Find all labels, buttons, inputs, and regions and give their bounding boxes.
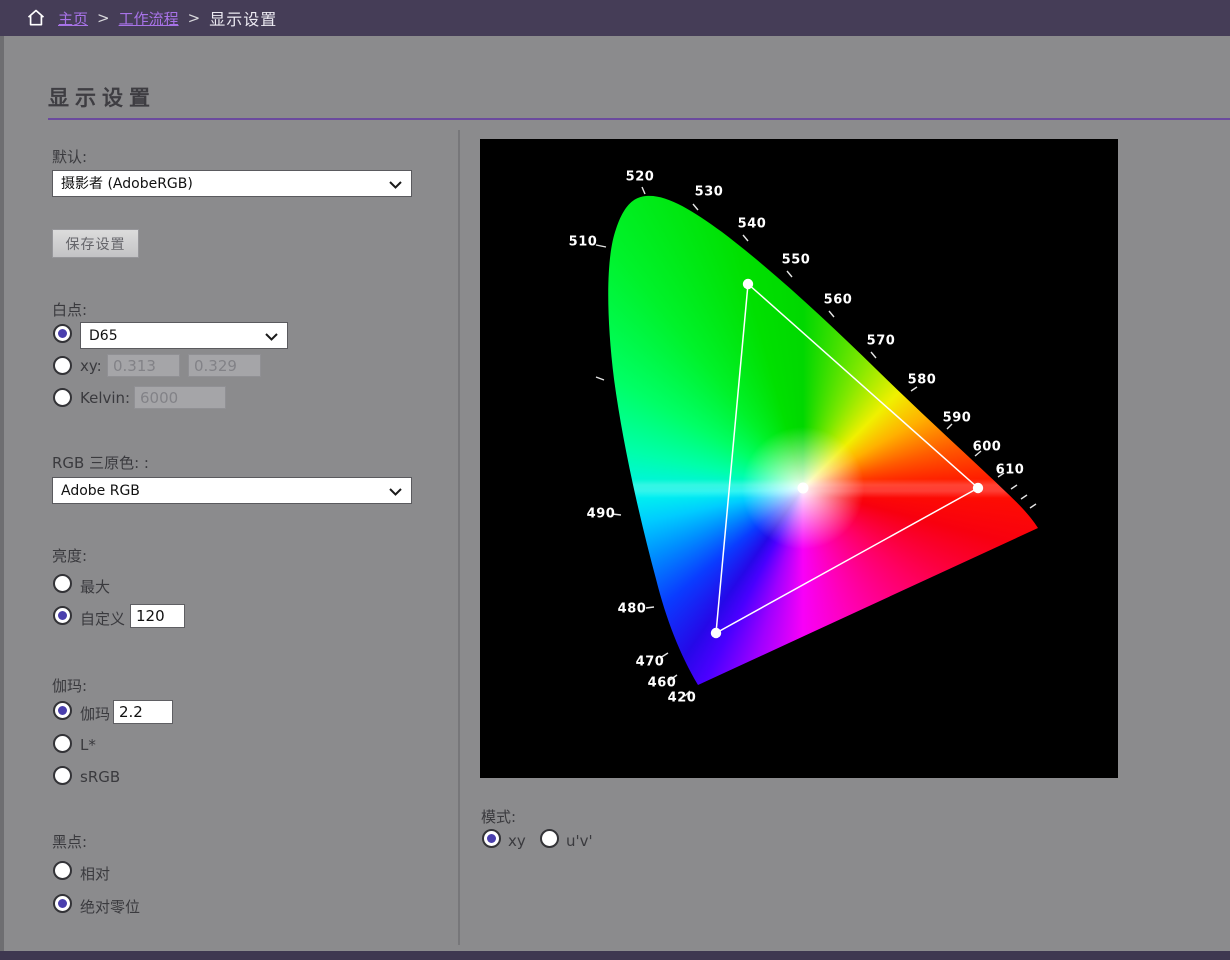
wavelength-tick [1021,495,1027,499]
wavelength-tick [871,352,876,358]
wavelength-tick [660,653,668,658]
chromaticity-diagram: 5205305405505605705805906006105104904804… [480,139,1118,778]
brightness-custom-input[interactable] [130,604,185,628]
mode-xy-label: xy [508,832,526,850]
breadcrumb-link-home[interactable]: 主页 [58,8,88,29]
brightness-label: 亮度: [52,545,87,566]
wavelength-tick [998,473,1004,477]
gamma-lstar-label: L* [80,736,96,754]
rgb-primaries-label: RGB 三原色: : [52,452,149,473]
gamut-triangle [716,284,978,633]
wavelength-tick [1011,485,1017,489]
white-point-y-input[interactable] [188,354,261,377]
wavelength-tick [743,235,748,241]
wavelength-tick [642,187,645,194]
breadcrumb: 主页 > 工作流程 > 显示设置 [0,0,1230,36]
title-underline [48,118,1230,120]
brightness-max-label: 最大 [80,576,110,597]
breadcrumb-separator: > [97,9,110,27]
white-point-preset-radio[interactable] [53,324,72,343]
wavelength-tick [596,377,604,380]
panel-divider [458,130,460,945]
white-point-select-wrapper: D65 [80,322,288,349]
white-point-kelvin-radio[interactable] [53,388,72,407]
mode-label: 模式: [481,806,516,827]
brightness-custom-label: 自定义 [80,608,125,629]
xy-label: xy: [80,357,102,375]
white-point-label: 白点: [52,299,87,320]
white-point-marker [798,483,809,494]
mode-uv-radio[interactable] [540,829,559,848]
bottom-bar [0,951,1230,960]
rgb-primaries-select[interactable]: Adobe RGB [53,478,411,503]
gamma-label: 伽玛: [52,675,87,696]
green-primary-marker [743,279,753,289]
save-settings-button[interactable]: 保存设置 [52,229,139,258]
left-edge-strip [0,36,4,951]
preset-select[interactable]: 摄影者 (AdobeRGB) [53,171,411,196]
blue-primary-marker [711,628,721,638]
breadcrumb-current: 显示设置 [209,6,277,30]
gamma-srgb-radio[interactable] [53,766,72,785]
white-point-select[interactable]: D65 [81,323,287,348]
wavelength-tick [975,451,981,456]
preset-select-wrapper: 摄影者 (AdobeRGB) [52,170,412,197]
gamma-srgb-label: sRGB [80,768,120,786]
wavelength-tick [947,424,952,429]
black-point-relative-label: 相对 [80,863,110,884]
wavelength-tick [596,245,606,247]
wavelength-tick [1030,504,1036,508]
kelvin-label: Kelvin: [80,389,130,407]
wavelength-tick [612,514,621,515]
gamma-value-radio[interactable] [53,701,72,720]
wavelength-tick [829,311,834,317]
wavelength-tick [787,271,792,277]
home-icon[interactable] [26,8,46,28]
wavelength-tick [911,387,917,391]
gamma-value-label: 伽玛 [80,703,110,724]
red-primary-marker [973,483,983,493]
black-point-absolute-label: 绝对零位 [80,896,140,917]
wavelength-tick [670,675,677,680]
gamma-lstar-radio[interactable] [53,734,72,753]
brightness-custom-radio[interactable] [53,606,72,625]
wavelength-tick [693,204,698,210]
black-point-label: 黑点: [52,831,87,852]
gamma-value-input[interactable] [113,700,173,724]
mode-uv-label: u'v' [566,832,593,850]
default-label: 默认: [52,146,87,167]
wavelength-tick [646,607,654,608]
white-point-xy-radio[interactable] [53,356,72,375]
wavelength-tick [685,691,690,696]
white-point-x-input[interactable] [107,354,180,377]
gamut-overlay [480,139,1118,778]
display-settings-page: 主页 > 工作流程 > 显示设置 显示设置 默认: 摄影者 (AdobeRGB)… [0,0,1230,960]
kelvin-input[interactable] [134,386,226,409]
breadcrumb-separator: > [188,9,201,27]
mode-xy-radio[interactable] [482,829,501,848]
black-point-absolute-radio[interactable] [53,894,72,913]
page-title: 显示设置 [48,82,156,112]
breadcrumb-link-workflow[interactable]: 工作流程 [119,8,179,29]
rgb-primaries-select-wrapper: Adobe RGB [52,477,412,504]
brightness-max-radio[interactable] [53,574,72,593]
black-point-relative-radio[interactable] [53,861,72,880]
